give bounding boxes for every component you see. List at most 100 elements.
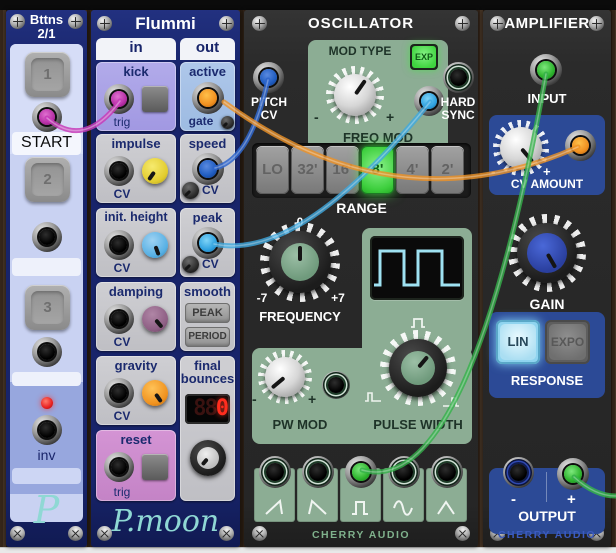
range-label: RANGE <box>252 201 471 216</box>
exp-mod-button[interactable]: EXP <box>410 44 438 70</box>
cell-impulse: impulse CV <box>96 134 176 203</box>
gain-label: GAIN <box>483 297 611 312</box>
flummi-speed-port[interactable] <box>192 153 224 185</box>
pw-mod-port[interactable] <box>322 371 350 399</box>
saw-up-out-port[interactable] <box>259 456 291 488</box>
oscillator-square-out-port[interactable] <box>345 456 377 488</box>
pw-mod-label: PW MOD <box>254 418 346 432</box>
hard-sync-port[interactable] <box>443 62 474 93</box>
bounce-count-display: 880 <box>185 394 230 424</box>
trigger-button-1[interactable]: 1 <box>25 52 70 97</box>
gain-knob[interactable] <box>517 223 577 283</box>
init-height-cv-port[interactable] <box>104 230 134 260</box>
cell-damping: damping CV <box>96 282 176 351</box>
active-mini-knob[interactable] <box>221 116 234 129</box>
frequency-min-label: -7 <box>250 292 274 305</box>
sine-out-port[interactable] <box>388 456 420 488</box>
range-button-4[interactable]: 4' <box>396 146 429 194</box>
flummi-peak-port[interactable] <box>192 227 224 259</box>
pw-mod-max-label: + <box>308 392 316 407</box>
cell-smooth: smooth PEAK PERIOD <box>180 282 235 351</box>
pulse-width-knob[interactable] <box>389 339 447 397</box>
module-flummi: Flummi in out kick trig impulse CV init.… <box>91 10 240 547</box>
bttns-start-port[interactable] <box>32 102 62 132</box>
reset-button[interactable] <box>142 454 168 480</box>
bttns-inv-port[interactable] <box>32 415 62 445</box>
impulse-knob[interactable] <box>142 158 168 184</box>
frequency-max-label: +7 <box>326 292 350 305</box>
flummi-gate-port[interactable] <box>192 82 224 114</box>
cv-amount-min-label: - <box>491 165 495 179</box>
modular-synth-rack: Bttns 2/1 1 START 2 3 inv P Flummi in <box>0 0 616 553</box>
amplifier-input-port[interactable] <box>530 54 562 86</box>
narrow-pulse-icon <box>364 390 382 403</box>
impulse-cv-port[interactable] <box>104 156 134 186</box>
pulse-width-label: PULSE WIDTH <box>362 418 474 432</box>
frequency-knob[interactable] <box>269 231 331 293</box>
pw-mod-knob[interactable] <box>265 357 305 397</box>
bttns-port-2[interactable] <box>32 222 62 252</box>
saw-down-out-port[interactable] <box>302 456 334 488</box>
range-button-2[interactable]: 2' <box>431 146 464 194</box>
inv-label: inv <box>6 448 87 463</box>
cherry-audio-brand: CHERRY AUDIO <box>244 529 478 541</box>
module-bttns: Bttns 2/1 1 START 2 3 inv P <box>6 10 87 547</box>
damping-cv-port[interactable] <box>104 304 134 334</box>
output-divider <box>546 472 547 502</box>
damping-knob[interactable] <box>142 306 168 332</box>
init-height-knob[interactable] <box>142 232 168 258</box>
response-lin-button[interactable]: LIN <box>496 320 540 364</box>
reset-trig-port[interactable] <box>104 452 134 482</box>
range-button-16[interactable]: 16' <box>326 146 359 194</box>
freq-mod-knob[interactable] <box>334 74 376 116</box>
amplifier-output-plus-port[interactable] <box>557 458 589 490</box>
rack-bottom-rail <box>0 547 616 553</box>
rack-top-rail <box>0 0 616 10</box>
waveform-display <box>370 236 464 300</box>
kick-button[interactable] <box>142 86 168 112</box>
module-amplifier: AMPLIFIER INPUT - + CV AMOUNT GAIN LIN E… <box>483 10 611 547</box>
speed-cv-knob[interactable] <box>182 182 199 199</box>
response-expo-button[interactable]: EXPO <box>545 320 590 364</box>
freq-mod-min-label: - <box>314 110 319 125</box>
cv-amount-label: CV AMOUNT <box>489 178 605 191</box>
response-label: RESPONSE <box>489 374 605 388</box>
sine-wave-icon <box>392 498 414 516</box>
range-button-32[interactable]: 32' <box>291 146 324 194</box>
amplifier-cv-amount-port[interactable] <box>565 130 596 161</box>
oscillator-pitch-cv-port[interactable] <box>253 62 284 93</box>
peak-cv-knob[interactable] <box>182 256 199 273</box>
pmoon-logo: P.moon <box>91 504 240 539</box>
range-button-8[interactable]: 8' <box>361 146 394 194</box>
range-button-lo[interactable]: LO <box>256 146 289 194</box>
flummi-kick-trig-port[interactable] <box>104 84 134 114</box>
bttns-port-3[interactable] <box>32 337 62 367</box>
module-title: Bttns <box>6 13 87 27</box>
final-bounces-knob[interactable] <box>190 440 226 476</box>
smooth-period-button[interactable]: PERIOD <box>185 327 230 347</box>
trigger-button-3[interactable]: 3 <box>25 285 70 330</box>
cell-peak: peak CV <box>180 208 235 277</box>
triangle-out-port[interactable] <box>431 456 463 488</box>
pitch-cv-label: PITCHCV <box>244 96 294 121</box>
cell-final-bounces: final bounces 880 <box>180 356 235 501</box>
hard-sync-label: HARDSYNC <box>430 96 486 121</box>
smooth-peak-button[interactable]: PEAK <box>185 303 230 323</box>
cv-amount-knob[interactable] <box>500 127 542 169</box>
output-label: OUTPUT <box>489 509 605 524</box>
amplifier-output-minus-port[interactable] <box>503 457 534 488</box>
triangle-wave-icon <box>435 498 457 516</box>
saw-up-icon <box>263 498 285 516</box>
freq-mod-max-label: + <box>386 110 394 125</box>
cherry-audio-brand: CHERRY AUDIO <box>483 529 611 541</box>
gravity-cv-port[interactable] <box>104 378 134 408</box>
wide-pulse-icon <box>442 395 460 408</box>
module-title: Flummi <box>91 15 240 33</box>
gravity-knob[interactable] <box>142 380 168 406</box>
trigger-button-2[interactable]: 2 <box>25 157 70 202</box>
cell-init-height: init. height CV <box>96 208 176 277</box>
in-column-header: in <box>96 38 176 60</box>
output-minus-label: - <box>511 492 516 508</box>
cell-kick: kick trig <box>96 62 176 131</box>
module-oscillator: OSCILLATOR MOD TYPE EXP - + FREQ MOD PIT… <box>244 10 478 547</box>
